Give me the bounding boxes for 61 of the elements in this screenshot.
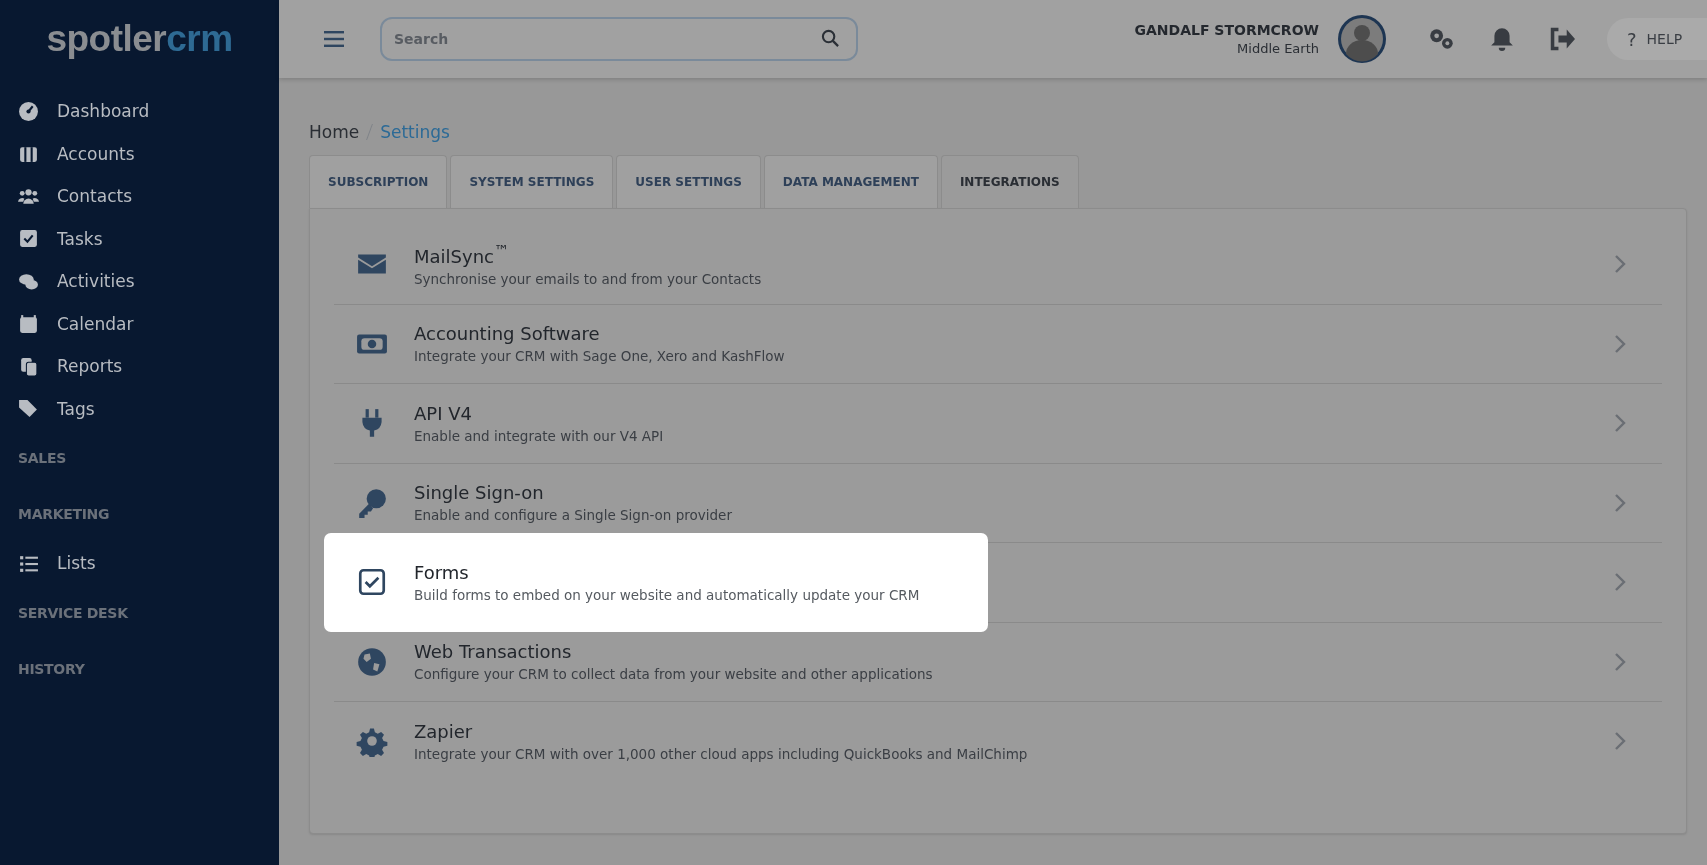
chevron-right-icon[interactable] [1614, 413, 1626, 434]
integration-title: Accounting Software [414, 323, 601, 345]
nav-item[interactable]: Reports [18, 345, 279, 388]
nav-item[interactable]: Lists [18, 542, 279, 585]
calendar-icon [18, 313, 39, 335]
integration-description: Integrate your CRM with Sage One, Xero and KashFlow [414, 348, 785, 365]
section-heading[interactable]: SALES [18, 430, 279, 486]
integration-item[interactable]: Zapier Integrate your CRM with over 1,000 other cloud apps including QuickBooks and MailChimp [334, 702, 1614, 781]
chevron-right-icon[interactable] [1614, 731, 1626, 752]
tab[interactable]: SUBSCRIPTION [309, 155, 448, 208]
nav-item[interactable]: Dashboard [18, 90, 279, 133]
search-icon[interactable] [821, 29, 840, 48]
tab[interactable]: DATA MANAGEMENT [763, 155, 938, 208]
dashboard-icon [18, 100, 39, 122]
tags-icon [18, 398, 39, 420]
nav-item[interactable]: Calendar [18, 302, 279, 345]
integration-description: Integrate your CRM with over 1,000 other cloud apps including QuickBooks and MailChimp [414, 745, 1028, 762]
breadcrumb-link[interactable]: Home [309, 122, 360, 142]
nav-item[interactable]: Tags [18, 387, 279, 430]
integration-description: Enable and integrate with our V4 API [414, 427, 664, 444]
integration-item[interactable]: Web Transactions Configure your CRM to collect data from your website and other applications [334, 622, 1614, 701]
integration-description: Synchronise your emails to and from your Contacts [414, 270, 762, 287]
chevron-right-icon[interactable] [1614, 333, 1626, 354]
integration-title: MailSync$^{™}$ [414, 241, 510, 267]
user-location: Middle Earth [1237, 41, 1319, 56]
integration-title: Zapier [414, 720, 474, 742]
integration-item[interactable]: Single Sign-on Enable and configure a Single Sign-on provider [334, 463, 1614, 542]
key-icon [356, 486, 388, 519]
tab[interactable]: USER SETTINGS [616, 155, 761, 208]
integration-description: Configure your CRM to collect data from your website and other applications [414, 666, 933, 683]
help-button[interactable]: ? HELP [1607, 18, 1707, 60]
integration-title: Web Transactions [414, 641, 573, 663]
globe-icon [356, 645, 388, 678]
nav-item[interactable]: Contacts [18, 175, 279, 218]
avatar[interactable] [1337, 14, 1387, 64]
chevron-right-icon[interactable] [1614, 254, 1626, 275]
integration-title: Forms [414, 561, 470, 583]
copy-icon [18, 355, 39, 377]
checkbox-icon [18, 228, 39, 250]
search-field[interactable]: Search [380, 17, 858, 61]
chevron-right-icon[interactable] [1614, 572, 1626, 593]
integration-item[interactable]: API V4 Enable and integrate with our V4 API [334, 384, 1614, 463]
nav-item[interactable]: Tasks [18, 217, 279, 260]
integration-title: API V4 [414, 402, 473, 424]
tab[interactable]: SYSTEM SETTINGS [450, 155, 614, 208]
chevron-right-icon[interactable] [1614, 492, 1626, 513]
nav-item[interactable]: Accounts [18, 132, 279, 175]
integration-description: Enable and configure a Single Sign-on provider [414, 507, 732, 524]
logo[interactable]: spotlercrm [46, 18, 233, 60]
section-heading[interactable]: HISTORY [18, 640, 279, 697]
tab[interactable]: INTEGRATIONS [940, 155, 1079, 208]
user-name: GANDALF STORMCROW [1134, 22, 1319, 38]
nav-item[interactable]: Activities [18, 260, 279, 303]
integration-item[interactable]: MailSync$^{™}$ Synchronise your emails to and from your Contacts [334, 225, 1614, 304]
menu-icon[interactable] [324, 31, 344, 47]
section-heading[interactable]: MARKETING [18, 486, 279, 542]
integration-item[interactable]: Accounting Software Integrate your CRM with Sage One, Xero and KashFlow [334, 304, 1614, 383]
integration-description: Build forms to embed on your website and automatically update your CRM [414, 586, 920, 603]
integration-title: Single Sign-on [414, 482, 545, 504]
chevron-right-icon[interactable] [1614, 651, 1626, 672]
section-heading[interactable]: SERVICE DESK [18, 584, 279, 641]
